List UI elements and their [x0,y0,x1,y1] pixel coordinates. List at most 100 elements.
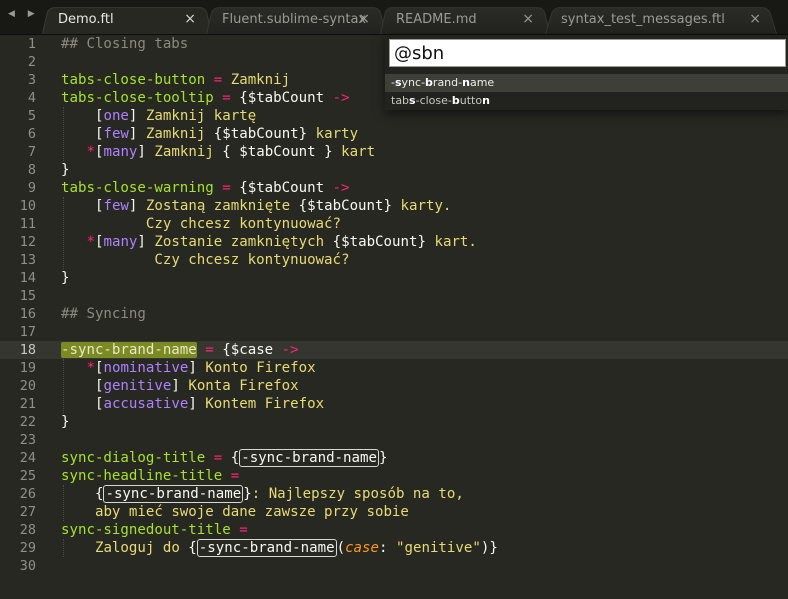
result-text: ync- [401,76,426,89]
tab-close-icon[interactable]: × [749,11,761,27]
code-token: sync-headline-title [61,468,223,484]
code-editor[interactable]: ## Closing tabs tabs-close-button = Zamk… [61,35,498,575]
code-token: Zamknij [137,126,214,142]
code-line: Czy chcesz kontynuować? [61,251,498,269]
code-token: { [188,540,197,556]
tab-close-icon[interactable]: × [358,11,370,27]
code-line: {-sync-brand-name}: Najlepszy sposób na … [61,485,498,503]
code-token: tabs-close-tooltip [61,90,214,106]
tab-readme[interactable]: README.md × [380,5,550,35]
code-line: -sync-brand-name = {$case -> [61,341,498,359]
code-line: sync-headline-title = [61,467,498,485]
code-token: Kontem Firefox [196,396,325,412]
code-line: Zaloguj do {-sync-brand-name (case: "geni… [61,539,498,557]
result-text: ame [469,76,495,89]
code-token: } [417,234,426,250]
code-token: Zamknij [145,144,223,160]
code-line: tabs-close-warning = {$tabCount -> [61,179,498,197]
code-token: Konta Firefox [179,378,299,394]
tab-syntax-test[interactable]: syntax_test_messages.ftl × [545,5,777,35]
code-token: many [103,144,138,160]
code-token: kart. [425,234,477,250]
code-token: accusative [103,396,189,412]
line-number: 14 [19,270,36,286]
line-number: 7 [27,144,36,160]
code-token: one [103,108,129,124]
palette-result-item[interactable]: tabs-close-button [385,92,788,110]
code-token: -> [324,90,350,106]
code-token: $tabCount [307,198,384,214]
result-text: rand- [432,76,463,89]
code-token: karty [307,126,359,142]
code-line: [genitive] Konta Firefox [61,377,498,395]
line-number: 27 [19,504,36,520]
line-number: 6 [27,126,36,142]
line-number: 26 [19,486,36,502]
code-line: *[many] Zamknij { $tabCount } kart [61,143,498,161]
tab-close-icon[interactable]: × [522,11,534,27]
result-text: tab [391,94,410,107]
code-token: ] [137,234,146,250]
code-line: [few] Zamknij {$tabCount} karty [61,125,498,143]
fuzzy-match-char: n [482,94,490,107]
code-token: } [61,162,70,178]
result-text: utto [459,94,483,107]
code-token: aby mieć swoje dane zawsze przy sobie [94,504,409,520]
fuzzy-match-char: b [451,94,460,107]
code-line: } [61,269,498,287]
code-token: tabs-close-warning [61,180,214,196]
code-line: } [61,161,498,179]
code-token: Czy chcesz kontynuować? [145,216,342,232]
code-token: Konto Firefox [196,360,316,376]
reference-box: -sync-brand-name [103,485,244,503]
code-token: { [298,198,308,214]
line-number: 28 [19,522,36,538]
code-token: } [61,270,70,286]
code-token: -> [324,180,350,196]
tab-nav-arrows-icon[interactable]: ◀ ▶ [8,9,40,19]
line-number: 20 [19,378,36,394]
code-token: $case [230,342,274,358]
code-token: many [103,234,138,250]
code-token: { [222,144,240,160]
palette-result-item[interactable]: -sync-brand-name [385,74,788,92]
line-number: 12 [19,234,36,250]
line-number: 8 [27,162,36,178]
line-number: 1 [27,36,36,52]
tab-demo-ftl[interactable]: Demo.ftl × [42,5,212,35]
code-token: $tabCount [341,234,418,250]
code-line: aby mieć swoje dane zawsze przy sobie [61,503,498,521]
code-token: sync-signedout-title [61,522,231,538]
code-token: ## Syncing [61,306,146,322]
code-token: -> [273,342,299,358]
code-token: = [205,450,231,466]
code-token: "genitive" [396,540,481,556]
line-number: 19 [19,360,36,376]
goto-symbol-input[interactable] [389,39,786,67]
tab-fluent-syntax[interactable]: Fluent.sublime-syntax × [206,5,386,35]
code-token: ## Closing tabs [61,36,189,52]
code-token: Zostanie zamkniętych [145,234,333,250]
code-token: genitive [103,378,172,394]
code-token: = [196,342,223,358]
tab-close-icon[interactable]: × [184,11,196,27]
line-number: 11 [19,216,36,232]
line-number: 30 [19,558,36,574]
code-line: } [61,413,498,431]
line-number: 16 [19,306,36,322]
line-number: 24 [19,450,36,466]
code-token: Zamknij [230,72,291,88]
line-number: 3 [27,72,36,88]
code-token: Zostaną zamknięte [137,198,299,214]
code-line: *[nominative] Konto Firefox [61,359,498,377]
